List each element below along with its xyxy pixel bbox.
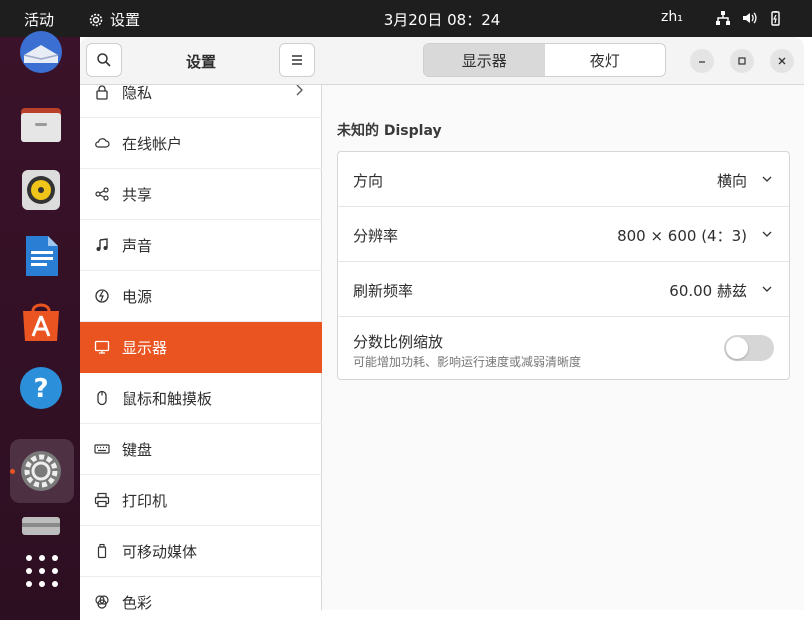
printer-icon [94, 492, 110, 508]
sidebar-item-displays[interactable]: 显示器 [80, 322, 322, 373]
privacy-lock-icon [96, 85, 108, 100]
maximize-button[interactable] [730, 49, 754, 73]
network-icon [716, 11, 730, 25]
sidebar-item-label: 色彩 [122, 593, 153, 611]
close-icon [778, 57, 786, 65]
resolution-row[interactable]: 分辨率 800 × 600 (4：3) [338, 207, 789, 262]
sidebar-item-sharing[interactable]: 共享 [80, 169, 322, 220]
display-icon [94, 340, 110, 354]
sidebar-item-label: 电源 [122, 287, 153, 306]
dock: ? [0, 31, 80, 620]
sidebar-item-label: 在线帐户 [122, 134, 183, 153]
sidebar-item-online-accounts[interactable]: 在线帐户 [80, 118, 322, 169]
rhythmbox-icon[interactable] [18, 167, 64, 213]
sidebar-item-label: 声音 [122, 236, 153, 255]
orientation-value: 横向 [716, 172, 747, 190]
help-icon[interactable]: ? [18, 365, 64, 411]
orientation-label: 方向 [353, 172, 384, 190]
files-icon[interactable] [18, 101, 64, 147]
sidebar-item-label: 键盘 [122, 440, 153, 459]
fractional-scaling-row: 分数比例缩放 可能增加功耗、影响运行速度或减弱清晰度 [338, 317, 789, 379]
sidebar-item-label: 打印机 [122, 491, 168, 510]
resolution-label: 分辨率 [353, 227, 399, 245]
sidebar: 设置 隐私 在线帐户 共享 声音 电源 显示器 鼠标和触摸板 键盘 打印机 可移… [80, 37, 322, 610]
settings-icon[interactable] [18, 448, 64, 494]
sidebar-item-printers[interactable]: 打印机 [80, 475, 322, 526]
sidebar-item-label: 鼠标和触摸板 [122, 389, 213, 408]
sidebar-item-power[interactable]: 电源 [80, 271, 322, 322]
maximize-icon [738, 57, 746, 65]
chevron-down-icon [762, 176, 772, 182]
writer-icon[interactable] [18, 233, 64, 279]
minimize-icon [699, 61, 705, 63]
system-tray[interactable] [715, 10, 783, 26]
svg-text:?: ? [33, 374, 48, 404]
chevron-down-icon [762, 286, 772, 292]
toggle-knob [726, 337, 748, 359]
resolution-value: 800 × 600 (4：3) [617, 227, 747, 245]
display-name-heading: 未知的 Display [337, 123, 442, 139]
music-note-icon [96, 238, 108, 251]
color-icon [95, 595, 109, 609]
sidebar-item-mouse-touchpad[interactable]: 鼠标和触摸板 [80, 373, 322, 424]
hamburger-icon [292, 55, 302, 65]
mouse-icon [97, 390, 107, 406]
refresh-rate-label: 刷新频率 [353, 282, 414, 300]
share-icon [95, 187, 109, 201]
display-settings-card: 方向 横向 分辨率 800 × 600 (4：3) 刷新频率 60.00 赫兹 … [337, 151, 790, 380]
sidebar-item-label: 隐私 [122, 85, 153, 102]
thunderbird-icon[interactable] [18, 29, 64, 75]
display-settings-panel: 未知的 Display 方向 横向 分辨率 800 × 600 (4：3) 刷新… [322, 85, 804, 610]
sidebar-item-color[interactable]: 色彩 [80, 577, 322, 610]
input-method-indicator[interactable]: zh₁ [661, 9, 683, 25]
top-bar: 活动 设置 3月20日 08：24 zh₁ [0, 0, 812, 37]
sidebar-item-label: 共享 [122, 185, 153, 204]
chevron-right-icon [296, 85, 303, 96]
clock[interactable]: 3月20日 08：24 [0, 9, 812, 30]
fractional-scaling-label: 分数比例缩放 [353, 333, 444, 351]
main-menu-button[interactable] [279, 43, 315, 77]
tab-displays[interactable]: 显示器 [424, 44, 545, 76]
tab-night-light[interactable]: 夜灯 [544, 44, 665, 76]
show-apps-button[interactable] [26, 555, 58, 587]
keyboard-icon [94, 444, 110, 454]
removable-media-icon [97, 543, 107, 559]
refresh-rate-row[interactable]: 刷新频率 60.00 赫兹 [338, 262, 789, 317]
close-button[interactable] [770, 49, 794, 73]
power-icon [95, 289, 109, 303]
sidebar-header: 设置 [80, 37, 322, 85]
app-center-icon[interactable] [18, 299, 64, 345]
volume-icon [743, 12, 757, 24]
running-indicator [10, 469, 15, 474]
minimize-button[interactable] [690, 49, 714, 73]
cloud-icon [95, 138, 110, 148]
battery-icon [771, 11, 780, 26]
sidebar-item-removable-media[interactable]: 可移动媒体 [80, 526, 322, 577]
content-header: 显示器 夜灯 [322, 37, 804, 85]
sidebar-item-label: 显示器 [122, 338, 168, 357]
settings-window: 设置 隐私 在线帐户 共享 声音 电源 显示器 鼠标和触摸板 键盘 打印机 可移… [80, 37, 804, 610]
sidebar-list: 隐私 在线帐户 共享 声音 电源 显示器 鼠标和触摸板 键盘 打印机 可移动媒体… [80, 85, 322, 610]
sidebar-item-label: 可移动媒体 [122, 542, 198, 561]
view-switcher: 显示器 夜灯 [423, 43, 666, 77]
chevron-down-icon [762, 231, 772, 237]
fractional-scaling-toggle[interactable] [724, 335, 774, 361]
refresh-rate-value: 60.00 赫兹 [669, 282, 747, 300]
fractional-scaling-subtitle: 可能增加功耗、影响运行速度或减弱清晰度 [353, 355, 582, 369]
orientation-row[interactable]: 方向 横向 [338, 152, 789, 207]
sidebar-item-privacy[interactable]: 隐私 [80, 85, 322, 118]
sidebar-item-keyboard[interactable]: 键盘 [80, 424, 322, 475]
sidebar-item-sound[interactable]: 声音 [80, 220, 322, 271]
